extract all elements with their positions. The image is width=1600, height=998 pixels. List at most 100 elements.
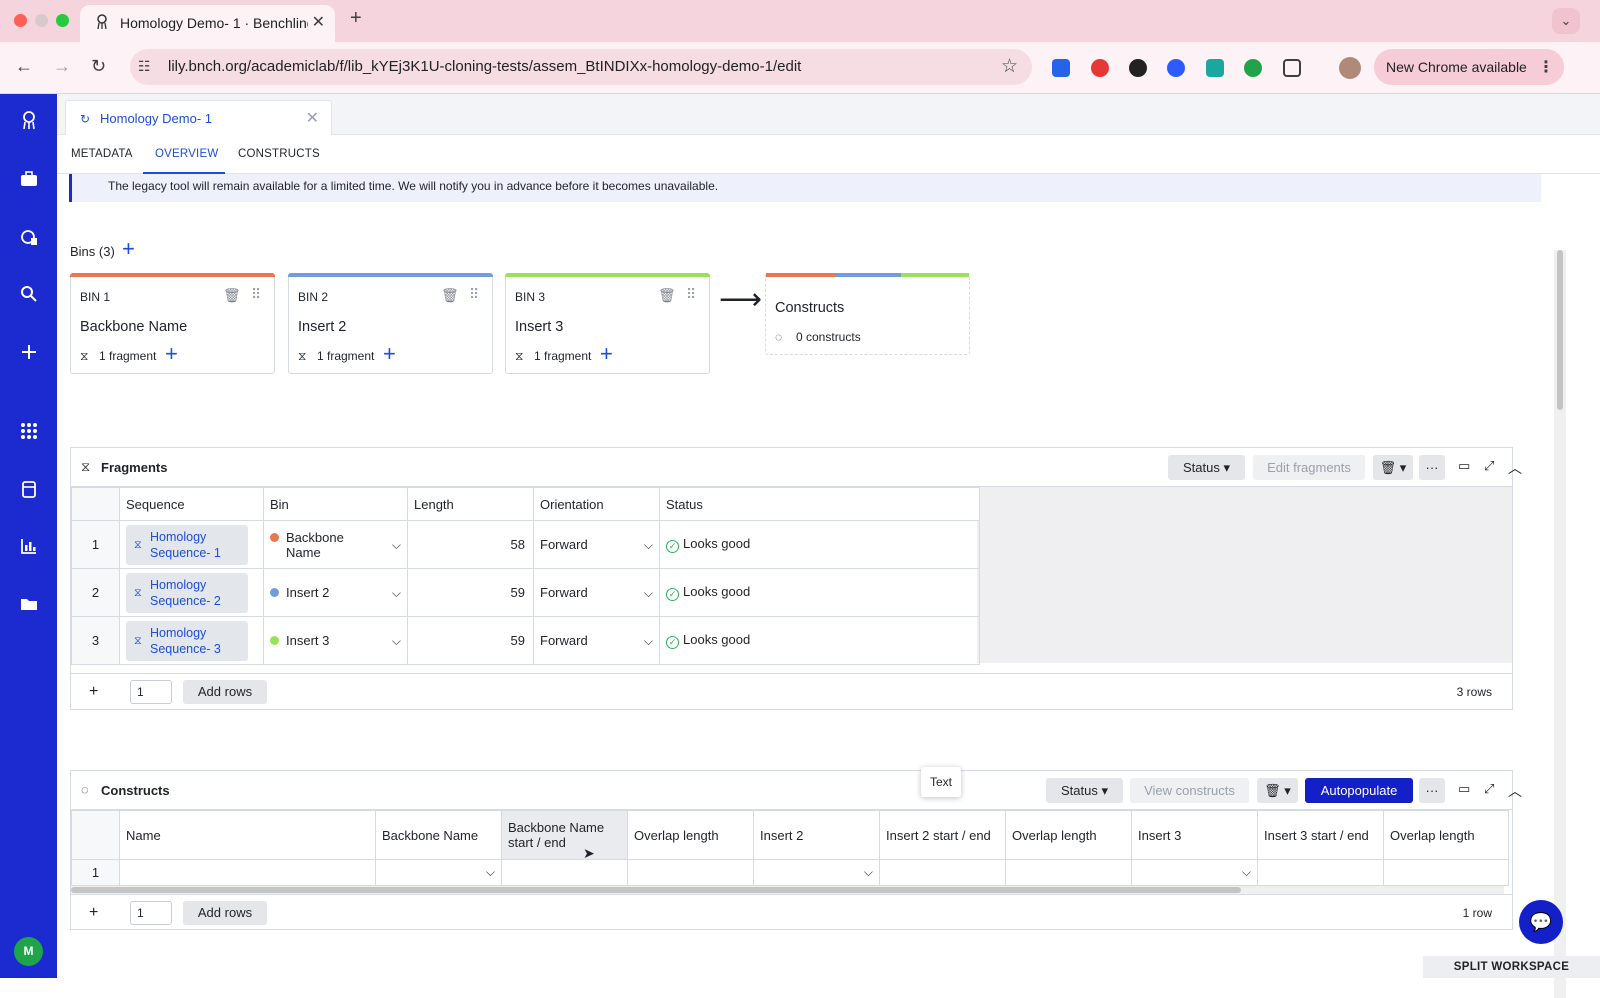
orientation-select-cell[interactable]: Forward ⌵ [533, 568, 660, 617]
user-avatar[interactable]: M [14, 937, 43, 966]
column-header[interactable]: Insert 2 [753, 810, 880, 860]
length-cell[interactable]: 59 [407, 616, 534, 665]
briefcase-icon[interactable] [19, 169, 39, 189]
trash-icon[interactable]: 🗑 [223, 287, 241, 304]
column-header[interactable]: Insert 3 start / end [1257, 810, 1384, 860]
column-header[interactable]: Sequence [119, 487, 264, 521]
trash-icon[interactable]: 🗑 [658, 287, 676, 304]
status-filter-button[interactable]: Status ▾ [1046, 778, 1123, 803]
chevron-down-icon[interactable]: ⌵ [644, 634, 653, 649]
extension-gear-icon[interactable] [1129, 59, 1147, 77]
more-options-button[interactable]: ··· [1419, 455, 1445, 480]
collapse-chevron-up-icon[interactable]: ︿ [1508, 458, 1522, 478]
vertical-scrollbar[interactable] [1554, 250, 1566, 998]
orientation-select-cell[interactable]: Forward ⌵ [533, 520, 660, 569]
tab-constructs[interactable]: CONSTRUCTS [238, 148, 320, 160]
insert2-select-cell[interactable]: ⌵ [753, 859, 880, 886]
sequence-link[interactable]: ⧖ Homology Sequence- 3 [126, 620, 248, 661]
dock-panel-icon[interactable]: ▭ [1458, 781, 1470, 797]
bin-card-1[interactable]: BIN 1 🗑 ⠿ Backbone Name ⧖ 1 fragment + [70, 273, 275, 374]
orientation-select-cell[interactable]: Forward ⌵ [533, 616, 660, 665]
add-fragment-plus-icon[interactable]: + [600, 341, 613, 367]
dock-panel-icon[interactable]: ▭ [1458, 458, 1470, 474]
table-row[interactable]: 1 ⧖ Homology Sequence- 1 Backbone Name ⌵ 5… [71, 520, 980, 569]
table-row[interactable]: 2 ⧖ Homology Sequence- 2 Insert 2 ⌵ 59 For… [71, 568, 980, 617]
column-header[interactable]: Orientation [533, 487, 660, 521]
add-row-plus-icon[interactable]: + [89, 683, 98, 701]
column-header[interactable]: Overlap length [1383, 810, 1509, 860]
add-rows-button[interactable]: Add rows [183, 901, 267, 925]
sequence-cell[interactable]: ⧖ Homology Sequence- 2 [119, 568, 264, 617]
extension-benchling-icon[interactable] [1052, 59, 1070, 77]
maximize-window-button[interactable] [56, 14, 69, 27]
benchling-logo-icon[interactable] [19, 110, 39, 130]
start-end-cell[interactable] [879, 859, 1006, 886]
minimize-window-button[interactable] [35, 14, 48, 27]
overlap-cell[interactable] [627, 859, 754, 886]
chevron-down-icon[interactable]: ⌵ [392, 634, 401, 649]
column-header[interactable]: Overlap length [1005, 810, 1132, 860]
extension-teal-icon[interactable] [1206, 59, 1224, 77]
close-document-tab-icon[interactable]: ✕ [306, 108, 319, 128]
chevron-down-icon[interactable]: ⌵ [392, 538, 401, 553]
trash-icon[interactable]: 🗑 [441, 287, 459, 304]
scrollbar-thumb[interactable] [71, 887, 1241, 893]
bin-select-cell[interactable]: Insert 2 ⌵ [263, 568, 408, 617]
forward-arrow-icon[interactable]: → [53, 56, 71, 77]
constructs-summary-card[interactable]: Constructs ◌ 0 constructs [765, 273, 970, 355]
edit-fragments-button[interactable]: Edit fragments [1253, 455, 1365, 480]
split-workspace-button[interactable]: SPLIT WORKSPACE [1423, 956, 1600, 978]
name-cell[interactable] [119, 859, 376, 886]
insert3-select-cell[interactable]: ⌵ [1131, 859, 1258, 886]
expand-panel-icon[interactable]: ⤢ [1484, 781, 1494, 797]
apps-grid-icon[interactable] [19, 421, 39, 441]
length-cell[interactable]: 59 [407, 568, 534, 617]
autopopulate-button[interactable]: Autopopulate [1305, 778, 1413, 803]
back-arrow-icon[interactable]: ← [15, 56, 33, 77]
profile-avatar-icon[interactable] [1339, 57, 1361, 79]
bin-select-cell[interactable]: Insert 3 ⌵ [263, 616, 408, 665]
add-row-plus-icon[interactable]: + [89, 904, 98, 922]
reload-icon[interactable]: ↻ [91, 56, 106, 77]
browser-tab[interactable]: Homology Demo- 1 · Benchling ✕ [80, 5, 335, 42]
chevron-down-icon[interactable]: ⌵ [486, 865, 495, 880]
drag-handle-icon[interactable]: ⠿ [251, 286, 261, 303]
bin-select-cell[interactable]: Backbone Name ⌵ [263, 520, 408, 569]
extension-zoom-icon[interactable] [1167, 59, 1185, 77]
length-cell[interactable]: 58 [407, 520, 534, 569]
table-row[interactable]: 1 ⌵ ⌵ ⌵ [71, 859, 1509, 886]
rows-to-add-input[interactable]: 1 [130, 680, 172, 704]
add-fragment-plus-icon[interactable]: + [383, 341, 396, 367]
add-rows-button[interactable]: Add rows [183, 680, 267, 704]
start-end-cell[interactable] [501, 859, 628, 886]
chat-support-icon[interactable]: 💬 [1519, 900, 1563, 944]
extensions-puzzle-icon[interactable] [1283, 59, 1301, 77]
bin-card-2[interactable]: BIN 2 🗑 ⠿ Insert 2 ⧖ 1 fragment + [288, 273, 493, 374]
collapse-chevron-up-icon[interactable]: ︿ [1508, 781, 1522, 801]
rows-to-add-input[interactable]: 1 [130, 901, 172, 925]
sequence-link[interactable]: ⧖ Homology Sequence- 2 [126, 572, 248, 613]
add-bin-plus-icon[interactable]: + [122, 238, 135, 260]
start-end-cell[interactable] [1257, 859, 1384, 886]
chevron-down-icon[interactable]: ⌵ [392, 586, 401, 601]
new-tab-icon[interactable]: + [350, 7, 362, 30]
sequence-link[interactable]: ⧖ Homology Sequence- 1 [126, 524, 248, 565]
address-bar[interactable]: ☷ lily.bnch.org/academiclab/f/lib_kYEj3K… [130, 49, 1032, 85]
folder-sync-icon[interactable] [19, 594, 39, 614]
drag-handle-icon[interactable]: ⠿ [686, 286, 696, 303]
expand-panel-icon[interactable]: ⤢ [1484, 458, 1494, 474]
overlap-cell[interactable] [1383, 859, 1509, 886]
chevron-down-icon[interactable]: ⌵ [644, 538, 653, 553]
document-tab[interactable]: ↻ Homology Demo- 1 ✕ [65, 100, 332, 135]
more-vertical-icon[interactable]: ⋮ [1538, 57, 1554, 77]
close-window-button[interactable] [14, 14, 27, 27]
extension-green-icon[interactable] [1244, 59, 1262, 77]
overlap-cell[interactable] [1005, 859, 1132, 886]
delete-menu-button[interactable]: 🗑 ▾ [1373, 455, 1413, 480]
status-filter-button[interactable]: Status ▾ [1168, 455, 1245, 480]
site-settings-icon[interactable]: ☷ [138, 58, 151, 75]
chevron-down-icon[interactable]: ⌵ [644, 586, 653, 601]
close-tab-icon[interactable]: ✕ [312, 12, 325, 32]
extension-red-icon[interactable] [1091, 59, 1109, 77]
chevron-down-icon[interactable]: ⌵ [864, 865, 873, 880]
